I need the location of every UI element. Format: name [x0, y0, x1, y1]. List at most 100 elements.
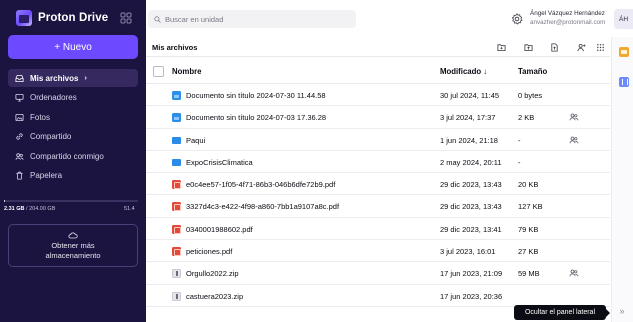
settings-gear-icon[interactable] — [511, 13, 523, 25]
zip-file-icon — [172, 291, 181, 301]
get-more-line1: Obtener más — [51, 240, 95, 250]
file-name[interactable]: castuera2023.zip — [186, 292, 243, 301]
proton-mail-app-icon[interactable] — [619, 47, 629, 57]
user-email[interactable]: anvazher@protonmail.com — [530, 19, 605, 26]
sidebar-item-trash[interactable]: Papelera — [8, 167, 138, 185]
view-toggle-button[interactable] — [594, 41, 606, 53]
file-name[interactable]: Orgullo2022.zip — [186, 269, 239, 278]
folder-upload-icon — [523, 43, 533, 51]
table-row[interactable]: 0340001988602.pdf 29 dic 2023, 13:41 79 KB — [146, 218, 610, 241]
trash-icon — [14, 171, 24, 181]
image-icon — [14, 112, 24, 122]
file-size: - — [518, 135, 521, 145]
file-list: Documento sin título 2024-07-30 11.44.58… — [146, 84, 610, 307]
file-name[interactable]: 0340001988602.pdf — [186, 225, 253, 234]
sidebar-nav: Mis archivos › Ordenadores Fotos Compart… — [8, 69, 138, 186]
table-row[interactable]: Documento sin título 2024-07-30 11.44.58… — [146, 84, 610, 107]
get-more-storage-button[interactable]: Obtener más almacenamiento — [8, 224, 138, 267]
column-header-modified[interactable]: Modificado ↓ — [440, 67, 487, 76]
link-icon — [14, 132, 24, 142]
sidebar-item-my-files[interactable]: Mis archivos › — [8, 69, 138, 87]
file-modified: 29 dic 2023, 13:43 — [440, 180, 502, 190]
file-table-header: Nombre Modificado ↓ Tamaño — [146, 59, 610, 84]
document-icon — [172, 91, 181, 100]
file-name[interactable]: peticiones.pdf — [186, 247, 232, 256]
user-avatar[interactable]: ÁH — [614, 9, 633, 29]
storage-used: 2.31 GB — [4, 206, 25, 212]
shared-users-icon — [569, 269, 579, 277]
table-row[interactable]: e0c4ee57-1f05-4f71-86b3-046b6dfe72b9.pdf… — [146, 173, 610, 196]
table-row[interactable]: Orgullo2022.zip 17 jun 2023, 21:09 59 MB — [146, 262, 610, 285]
search-input[interactable] — [165, 14, 345, 24]
shared-users-icon — [569, 113, 579, 121]
file-name[interactable]: Documento sin título 2024-07-03 17.36.28 — [186, 113, 326, 122]
sidebar-item-label: Fotos — [30, 112, 51, 122]
sidebar: Proton Drive + Nuevo Mis archivos › Orde… — [0, 0, 146, 322]
document-icon — [172, 113, 181, 123]
file-name[interactable]: Paqui — [186, 136, 205, 145]
new-button[interactable]: + Nuevo — [8, 35, 138, 59]
table-row[interactable]: castuera2023.zip 17 jun 2023, 20:36 — [146, 285, 610, 307]
toolbar: Mis archivos — [146, 37, 610, 57]
sidebar-item-label: Ordenadores — [30, 93, 77, 102]
app-name: Proton Drive — [38, 12, 109, 24]
file-modified: 17 jun 2023, 21:09 — [440, 269, 503, 279]
upload-file-button[interactable] — [548, 41, 560, 53]
sidebar-item-label: Compartido conmigo — [30, 151, 104, 161]
app-logo[interactable]: Proton Drive — [16, 10, 108, 26]
folder-plus-icon — [496, 43, 506, 51]
proton-calendar-app-icon[interactable] — [619, 77, 629, 87]
file-modified: 29 dic 2023, 13:43 — [440, 202, 502, 212]
proton-drive-logo-icon — [16, 10, 32, 26]
hide-side-panel-tooltip: Ocultar el panel lateral — [514, 305, 610, 320]
monitor-icon — [14, 93, 24, 103]
search-bar[interactable] — [148, 10, 356, 28]
sidebar-item-label: Mis archivos — [30, 73, 79, 83]
zip-file-icon — [172, 269, 181, 279]
sidebar-item-photos[interactable]: Fotos — [8, 108, 138, 126]
file-name[interactable]: 3327d4c3-e422-4f98-a860-7bb1a9107a8c.pdf — [186, 202, 339, 211]
app-grid-icon[interactable] — [120, 12, 132, 24]
file-modified: 3 jul 2023, 16:01 — [440, 247, 496, 257]
folder-icon — [172, 136, 181, 144]
select-all-checkbox[interactable] — [153, 66, 164, 77]
user-name[interactable]: Ángel Vázquez Hernández — [530, 10, 605, 17]
sidebar-item-shared[interactable]: Compartido — [8, 128, 138, 146]
table-row[interactable]: peticiones.pdf 3 jul 2023, 16:01 27 KB — [146, 240, 610, 263]
file-size: 79 KB — [518, 224, 539, 234]
table-row[interactable]: ExpoCrisisClimatica 2 may 2024, 20:11 - — [146, 151, 610, 174]
chevron-right-icon[interactable]: › — [84, 75, 86, 82]
file-name[interactable]: ExpoCrisisClimatica — [186, 158, 253, 167]
file-modified: 30 jul 2024, 11:45 — [440, 91, 500, 100]
sidebar-item-label: Papelera — [30, 171, 63, 180]
storage-percent: 51.4 — [124, 206, 135, 212]
table-row[interactable]: Paqui 1 jun 2024, 21:18 - — [146, 129, 610, 151]
file-upload-icon — [550, 42, 558, 52]
shared-indicator — [569, 112, 579, 122]
share-button[interactable] — [575, 41, 587, 53]
side-panel-rail — [611, 37, 633, 322]
file-size: 127 KB — [518, 202, 543, 212]
user-add-icon — [576, 43, 586, 51]
column-header-name[interactable]: Nombre — [172, 67, 201, 76]
file-modified: 17 jun 2023, 20:36 — [440, 291, 503, 301]
search-icon — [154, 15, 161, 23]
grid-view-icon — [596, 43, 604, 51]
pdf-file-icon — [172, 247, 181, 257]
sidebar-item-computers[interactable]: Ordenadores — [8, 89, 138, 107]
file-size: 2 KB — [518, 113, 535, 123]
table-row[interactable]: 3327d4c3-e422-4f98-a860-7bb1a9107a8c.pdf… — [146, 195, 610, 218]
upload-folder-button[interactable] — [522, 41, 534, 53]
file-name[interactable]: Documento sin título 2024-07-30 11.44.58 — [186, 91, 326, 100]
toolbar-title: Mis archivos — [152, 43, 198, 52]
sidebar-item-shared-with-me[interactable]: Compartido conmigo — [8, 147, 138, 165]
storage-usage: 2.31 GB / 204.00 GB — [4, 206, 55, 212]
column-header-size[interactable]: Tamaño — [518, 67, 547, 76]
file-name[interactable]: e0c4ee57-1f05-4f71-86b3-046b6dfe72b9.pdf — [186, 180, 335, 189]
table-row[interactable]: Documento sin título 2024-07-03 17.36.28… — [146, 106, 610, 129]
new-folder-button[interactable] — [495, 41, 507, 53]
file-size: 27 KB — [518, 247, 539, 257]
collapse-side-panel-button[interactable]: » — [615, 305, 629, 317]
users-icon — [14, 151, 24, 161]
shared-users-icon — [569, 136, 579, 144]
